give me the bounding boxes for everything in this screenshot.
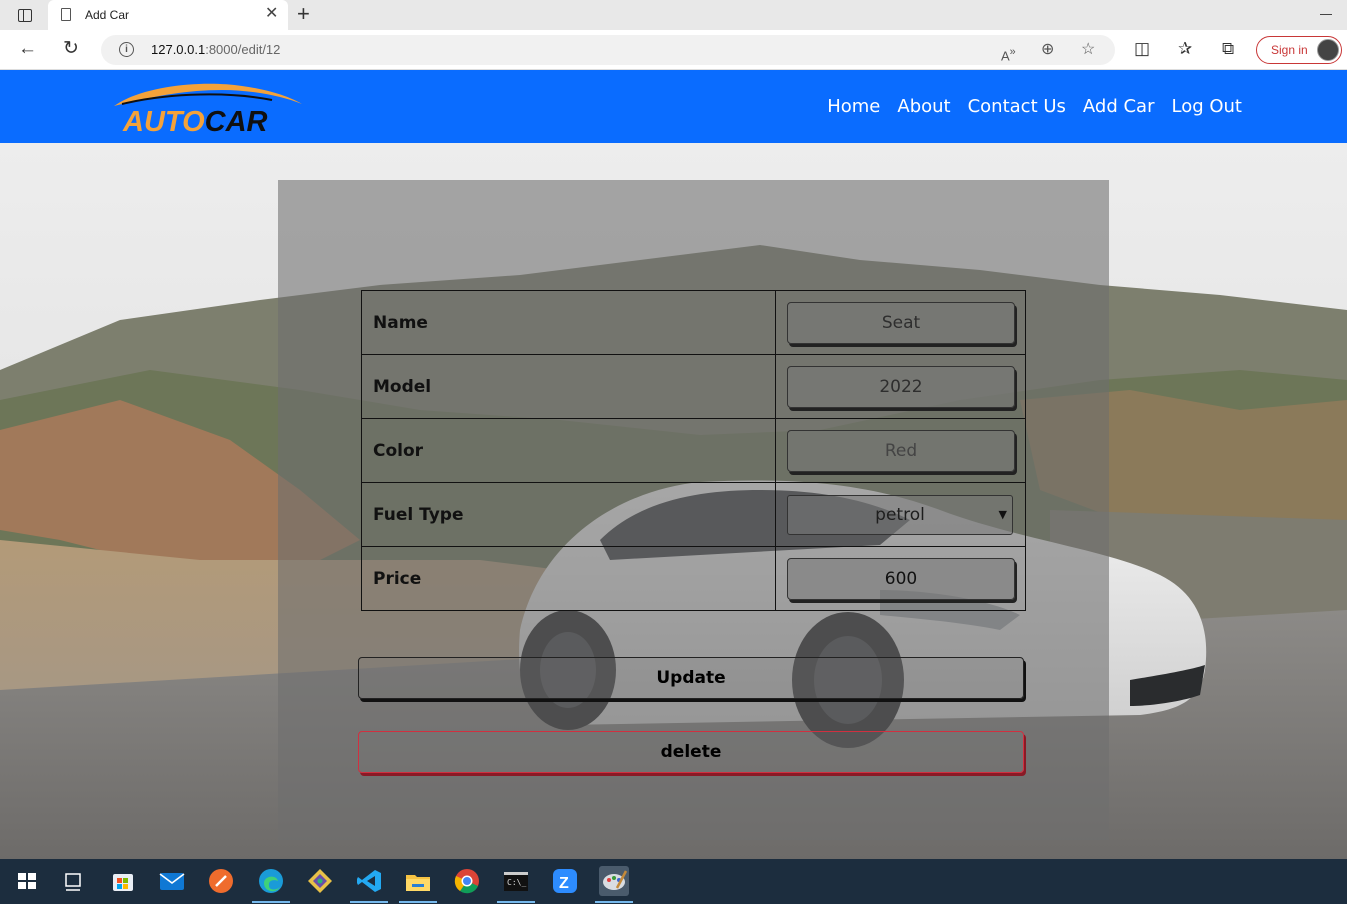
minimize-icon[interactable] <box>1320 14 1332 15</box>
fuel-type-label: Fuel Type <box>361 482 776 547</box>
name-label: Name <box>361 290 776 355</box>
avatar <box>1317 39 1339 61</box>
file-explorer-icon[interactable] <box>399 866 437 903</box>
color-input[interactable]: Red <box>787 429 1015 472</box>
page-content: AUTOCAR Home About Contact Us Add Car Lo… <box>0 70 1347 859</box>
read-aloud-icon[interactable]: A» <box>1001 42 1016 66</box>
main-menu: Home About Contact Us Add Car Log Out <box>827 96 1242 117</box>
nav-home[interactable]: Home <box>827 96 880 117</box>
refresh-icon[interactable]: ↻ <box>63 38 79 60</box>
zoom-icon[interactable]: ⊕ <box>1041 40 1054 60</box>
postman-icon[interactable] <box>206 866 236 896</box>
git-icon[interactable] <box>305 866 335 896</box>
update-button[interactable]: Update <box>358 657 1024 699</box>
logo-text-auto: AUTO <box>123 106 205 138</box>
paint-icon[interactable] <box>595 866 633 903</box>
chevron-down-icon: ▼ <box>998 507 1007 521</box>
site-navbar: AUTOCAR Home About Contact Us Add Car Lo… <box>0 70 1347 143</box>
favorite-star-icon[interactable]: ☆ <box>1081 40 1095 60</box>
sign-in-label: Sign in <box>1271 43 1308 57</box>
browser-tab[interactable]: Add Car ✕ <box>48 0 288 30</box>
address-input[interactable]: i 127.0.0.1:8000/edit/12 A» ⊕ ☆ <box>101 35 1115 65</box>
tab-actions-icon[interactable] <box>12 6 38 26</box>
url-path: :8000/edit/12 <box>205 42 281 57</box>
tab-title: Add Car <box>85 8 130 22</box>
svg-text:Z: Z <box>559 875 569 892</box>
zoom-icon[interactable]: Z <box>550 866 580 896</box>
nav-add-car[interactable]: Add Car <box>1083 96 1155 117</box>
nav-contact-us[interactable]: Contact Us <box>968 96 1066 117</box>
site-logo[interactable]: AUTOCAR <box>112 80 307 138</box>
price-input[interactable]: 600 <box>787 557 1015 600</box>
new-tab-icon[interactable]: + <box>297 3 310 25</box>
store-icon[interactable] <box>108 866 138 896</box>
delete-button[interactable]: delete <box>358 731 1024 773</box>
edit-car-panel: Name Seat Model 2022 Color Red Fuel Type… <box>278 180 1109 840</box>
name-input[interactable]: Seat <box>787 301 1015 344</box>
fuel-type-value: petrol <box>875 504 925 525</box>
color-label: Color <box>361 418 776 483</box>
car-form-table: Name Seat Model 2022 Color Red Fuel Type… <box>361 290 1026 611</box>
edge-icon[interactable] <box>252 866 290 903</box>
terminal-icon[interactable]: C:\_ <box>497 866 535 903</box>
mail-icon[interactable] <box>157 866 187 896</box>
form-row-price: Price 600 <box>361 546 1026 611</box>
split-screen-icon[interactable]: ◫ <box>1134 38 1150 60</box>
vscode-icon[interactable] <box>350 866 388 903</box>
nav-log-out[interactable]: Log Out <box>1171 96 1242 117</box>
sign-in-button[interactable]: Sign in <box>1256 36 1342 64</box>
logo-text-car: CAR <box>204 106 268 138</box>
model-label: Model <box>361 354 776 419</box>
svg-text:C:\_: C:\_ <box>507 878 526 887</box>
nav-about[interactable]: About <box>897 96 950 117</box>
chrome-icon[interactable] <box>452 866 482 896</box>
collections-icon[interactable]: ⧉ <box>1222 38 1234 60</box>
site-info-icon[interactable]: i <box>119 42 134 57</box>
windows-taskbar: C:\_ Z <box>0 859 1347 904</box>
form-row-name: Name Seat <box>361 290 1026 355</box>
model-input[interactable]: 2022 <box>787 365 1015 408</box>
tab-close-icon[interactable]: ✕ <box>265 5 278 23</box>
windows-start-icon[interactable] <box>12 866 42 896</box>
page-icon <box>61 8 71 21</box>
form-row-fuel-type: Fuel Type petrol ▼ <box>361 482 1026 547</box>
form-row-color: Color Red <box>361 418 1026 483</box>
favorites-icon[interactable]: ✰ <box>1178 38 1192 60</box>
task-view-icon[interactable] <box>58 866 88 896</box>
form-row-model: Model 2022 <box>361 354 1026 419</box>
browser-tab-bar: Add Car ✕ + <box>0 0 1347 30</box>
fuel-type-select[interactable]: petrol ▼ <box>787 494 1013 535</box>
url-host: 127.0.0.1 <box>151 42 206 57</box>
back-icon[interactable]: ← <box>18 38 37 60</box>
address-bar-row: ← ↻ i 127.0.0.1:8000/edit/12 A» ⊕ ☆ ◫ ✰ … <box>0 30 1347 70</box>
price-label: Price <box>361 546 776 611</box>
